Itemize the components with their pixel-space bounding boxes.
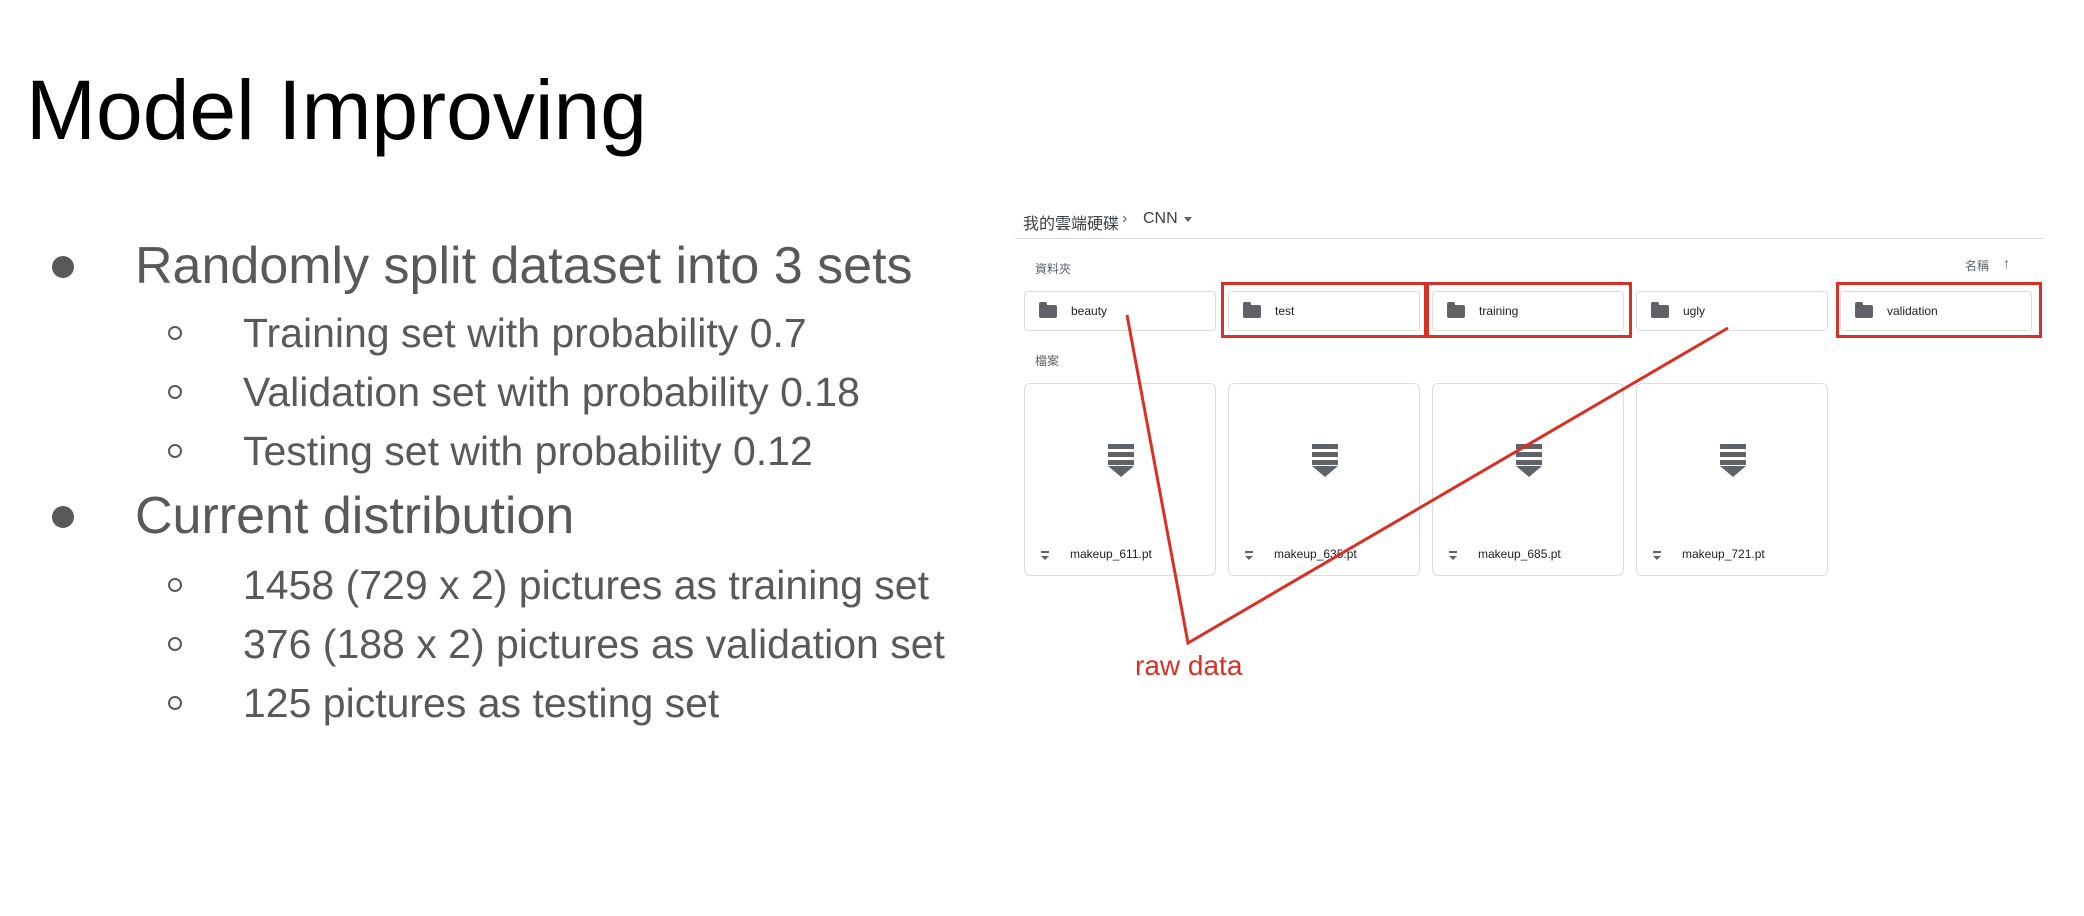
raw-data-pointer	[1125, 314, 1729, 646]
raw-data-pointer-lines	[1125, 314, 1729, 646]
raw-data-label: raw data	[1135, 650, 1243, 681]
